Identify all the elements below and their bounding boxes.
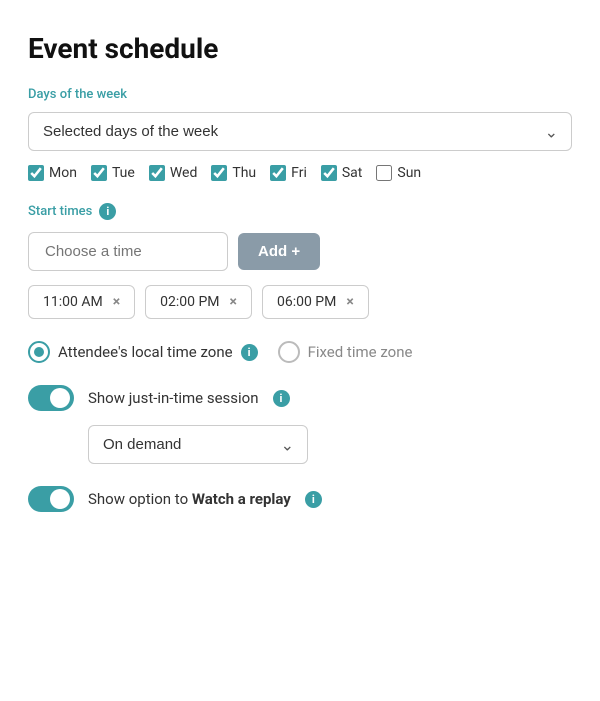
day-sat-label: Sat <box>342 165 363 181</box>
day-sat-checkbox[interactable] <box>321 165 337 181</box>
replay-toggle[interactable] <box>28 486 74 512</box>
add-time-button[interactable]: Add + <box>238 233 320 270</box>
time-tags-row: 11:00 AM × 02:00 PM × 06:00 PM × <box>28 285 572 319</box>
start-times-section: Start times i Add + 11:00 AM × 02:00 PM … <box>28 203 572 319</box>
days-row: Mon Tue Wed Thu Fri Sat Sun <box>28 165 572 181</box>
day-wed-checkbox[interactable] <box>149 165 165 181</box>
days-dropdown[interactable]: Selected days of the week Every day Week… <box>28 112 572 151</box>
day-tue-checkbox[interactable] <box>91 165 107 181</box>
days-section: Days of the week Selected days of the we… <box>28 87 572 181</box>
jit-toggle[interactable] <box>28 385 74 411</box>
timezone-fixed-option[interactable]: Fixed time zone <box>278 341 413 363</box>
on-demand-select[interactable]: On demand 30 minutes before 1 hour befor… <box>88 425 308 464</box>
day-wed[interactable]: Wed <box>149 165 198 181</box>
start-times-header: Start times i <box>28 203 572 220</box>
day-fri[interactable]: Fri <box>270 165 307 181</box>
day-fri-label: Fri <box>291 165 307 181</box>
jit-toggle-row: Show just-in-time session i <box>28 385 572 411</box>
time-tag-1: 02:00 PM × <box>145 285 252 319</box>
time-tag-2-remove-button[interactable]: × <box>346 295 353 309</box>
day-sat[interactable]: Sat <box>321 165 363 181</box>
time-tag-0-remove-button[interactable]: × <box>113 295 120 309</box>
replay-label-bold: Watch a replay <box>192 490 291 508</box>
time-tag-0-value: 11:00 AM <box>43 294 103 310</box>
on-demand-wrapper: On demand 30 minutes before 1 hour befor… <box>88 425 572 464</box>
time-tag-2-value: 06:00 PM <box>277 294 336 310</box>
jit-label: Show just-in-time session <box>88 389 259 407</box>
day-sun-label: Sun <box>397 165 421 181</box>
time-tag-2: 06:00 PM × <box>262 285 369 319</box>
timezone-fixed-label: Fixed time zone <box>308 343 413 361</box>
timezone-local-info-icon: i <box>241 344 258 361</box>
start-times-info-icon: i <box>99 203 116 220</box>
day-sun-checkbox[interactable] <box>376 165 392 181</box>
timezone-section: Attendee's local time zone i Fixed time … <box>28 341 572 363</box>
replay-label-prefix: Show option to <box>88 490 192 508</box>
page-title: Event schedule <box>28 32 572 65</box>
on-demand-select-wrapper: On demand 30 minutes before 1 hour befor… <box>88 425 308 464</box>
timezone-fixed-radio[interactable] <box>278 341 300 363</box>
time-tag-1-value: 02:00 PM <box>160 294 219 310</box>
day-mon-label: Mon <box>49 165 77 181</box>
day-thu-checkbox[interactable] <box>211 165 227 181</box>
jit-toggle-slider <box>28 385 74 411</box>
day-mon[interactable]: Mon <box>28 165 77 181</box>
timezone-local-label: Attendee's local time zone <box>58 343 233 361</box>
time-input[interactable] <box>28 232 228 271</box>
day-thu[interactable]: Thu <box>211 165 256 181</box>
day-tue-label: Tue <box>112 165 135 181</box>
day-thu-label: Thu <box>232 165 256 181</box>
replay-info-icon: i <box>305 491 322 508</box>
day-tue[interactable]: Tue <box>91 165 135 181</box>
day-wed-label: Wed <box>170 165 198 181</box>
day-fri-checkbox[interactable] <box>270 165 286 181</box>
days-section-label: Days of the week <box>28 87 572 102</box>
jit-info-icon: i <box>273 390 290 407</box>
timezone-local-radio[interactable] <box>28 341 50 363</box>
time-input-row: Add + <box>28 232 572 271</box>
day-mon-checkbox[interactable] <box>28 165 44 181</box>
days-dropdown-wrapper: Selected days of the week Every day Week… <box>28 112 572 151</box>
day-sun[interactable]: Sun <box>376 165 421 181</box>
replay-toggle-slider <box>28 486 74 512</box>
replay-label: Show option to Watch a replay <box>88 490 291 508</box>
timezone-local-option[interactable]: Attendee's local time zone i <box>28 341 258 363</box>
time-tag-1-remove-button[interactable]: × <box>230 295 237 309</box>
start-times-label: Start times <box>28 204 92 219</box>
time-tag-0: 11:00 AM × <box>28 285 135 319</box>
replay-toggle-row: Show option to Watch a replay i <box>28 486 572 512</box>
